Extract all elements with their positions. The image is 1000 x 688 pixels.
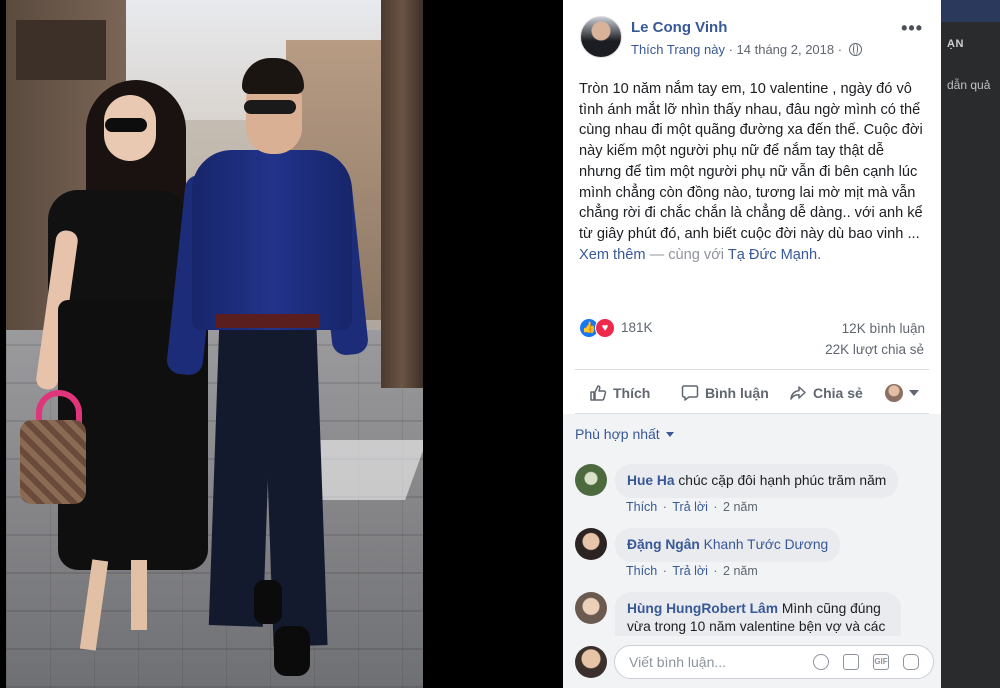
comment-author[interactable]: Hue Ha <box>627 473 675 488</box>
comment-like-link[interactable]: Thích <box>626 564 657 578</box>
post-header: Le Cong Vinh Thích Trang này · 14 tháng … <box>563 0 941 70</box>
comment-bubble: Hue Ha chúc cặp đôi hạnh phúc trăm năm <box>615 464 899 498</box>
like-page-link[interactable]: Thích Trang này <box>631 42 725 57</box>
man-shirt <box>192 150 352 330</box>
background-heading: ẠN <box>947 38 964 50</box>
comment-icon <box>681 385 699 401</box>
gif-icon[interactable]: GIF <box>873 654 889 670</box>
like-button-label: Thích <box>613 385 651 401</box>
photo-pole <box>381 0 423 388</box>
comment-author[interactable]: Hùng Hung <box>627 601 701 616</box>
comment-reply-link[interactable]: Trả lời <box>672 500 708 514</box>
thumbs-up-icon <box>590 385 607 401</box>
post-photo[interactable] <box>6 0 423 688</box>
globe-icon <box>848 43 862 56</box>
chevron-down-icon <box>909 390 919 396</box>
meta-separator: · <box>713 500 722 514</box>
share-icon <box>790 386 806 400</box>
comment-button[interactable]: Bình luận <box>681 376 769 410</box>
chevron-down-icon <box>665 431 674 437</box>
audience-avatar-icon <box>885 384 903 402</box>
meta-separator: · <box>713 564 722 578</box>
post-date[interactable]: 14 tháng 2, 2018 <box>737 42 835 57</box>
meta-separator: · <box>837 42 846 57</box>
comment-meta: Thích · Trả lời · 2 năm <box>626 564 760 578</box>
post-body: Tròn 10 năm nắm tay em, 10 valentine , n… <box>579 81 923 242</box>
love-reaction-icon[interactable]: ♥ <box>595 318 615 338</box>
woman-leg <box>131 560 147 630</box>
divider <box>575 369 929 370</box>
comment-like-link[interactable]: Thích <box>626 500 657 514</box>
tagged-person-link[interactable]: Tạ Đức Mạnh. <box>728 247 821 263</box>
comment-button-label: Bình luận <box>705 385 769 401</box>
comment-reply-link[interactable]: Trả lời <box>672 564 708 578</box>
action-bar: Thích Bình luận Chia sẻ <box>563 376 941 410</box>
background-panel <box>941 22 1000 688</box>
comment-composer: Viết bình luận... GIF <box>563 636 941 688</box>
post-meta: Thích Trang này · 14 tháng 2, 2018 · <box>631 42 862 57</box>
see-more-link[interactable]: Xem thêm <box>579 247 646 263</box>
emoji-icon[interactable] <box>813 654 829 670</box>
comments-count[interactable]: 12K bình luận <box>842 321 925 336</box>
share-button-label: Chia sẻ <box>813 385 863 401</box>
commenter-avatar[interactable] <box>575 464 607 496</box>
background-text: dẫn quả <box>947 78 991 92</box>
comment-meta: Thích · Trả lời · 2 năm <box>626 500 760 514</box>
man-shoe <box>254 580 282 624</box>
post-text: Tròn 10 năm nắm tay em, 10 valentine , n… <box>579 79 927 265</box>
comment-time[interactable]: 2 năm <box>723 564 758 578</box>
post-panel: Le Cong Vinh Thích Trang này · 14 tháng … <box>563 0 941 688</box>
background-page: ẠN dẫn quả <box>941 0 1000 688</box>
comment-time[interactable]: 2 năm <box>723 500 758 514</box>
comment-tagged-name[interactable]: Robert Lâm <box>701 601 778 616</box>
comment-input[interactable]: Viết bình luận... GIF <box>614 645 934 679</box>
commenter-avatar[interactable] <box>575 528 607 560</box>
background-topbar <box>941 0 1000 22</box>
shares-count[interactable]: 22K lượt chia sẻ <box>825 342 924 357</box>
camera-icon[interactable] <box>843 654 859 670</box>
more-icon[interactable]: ••• <box>901 18 923 39</box>
man-sunglasses <box>244 100 296 114</box>
current-user-avatar <box>575 646 607 678</box>
comment-sort-label: Phù hợp nhất <box>575 426 660 442</box>
page-name-link[interactable]: Le Cong Vinh <box>631 19 727 36</box>
with-label: — cùng với <box>649 246 725 263</box>
audience-selector[interactable] <box>885 376 919 410</box>
handbag <box>20 420 86 504</box>
page-avatar[interactable] <box>580 16 622 58</box>
commenter-avatar[interactable] <box>575 592 607 624</box>
comment-text: chúc cặp đôi hạnh phúc trăm năm <box>678 473 887 488</box>
share-button[interactable]: Chia sẻ <box>789 376 863 410</box>
like-button[interactable]: Thích <box>589 376 650 410</box>
comment-tagged-name[interactable]: Khanh Tước Dương <box>704 537 829 552</box>
reactions-bar: 👍 ♥ 181K 12K bình luận <box>579 316 925 340</box>
woman-sunglasses <box>105 118 147 132</box>
meta-separator: · <box>662 500 671 514</box>
man-shoe <box>274 626 310 676</box>
photo-window <box>16 20 106 80</box>
meta-separator: · <box>728 42 737 57</box>
comment-author[interactable]: Đặng Ngân <box>627 537 700 552</box>
meta-separator: · <box>662 564 671 578</box>
comment-input-placeholder: Viết bình luận... <box>629 654 727 670</box>
reaction-count[interactable]: 181K <box>621 320 653 335</box>
man-belt <box>216 314 320 328</box>
comment-bubble: Đặng Ngân Khanh Tước Dương <box>615 528 841 562</box>
comment-sort-dropdown[interactable]: Phù hợp nhất <box>575 426 674 442</box>
sticker-icon[interactable] <box>903 654 919 670</box>
